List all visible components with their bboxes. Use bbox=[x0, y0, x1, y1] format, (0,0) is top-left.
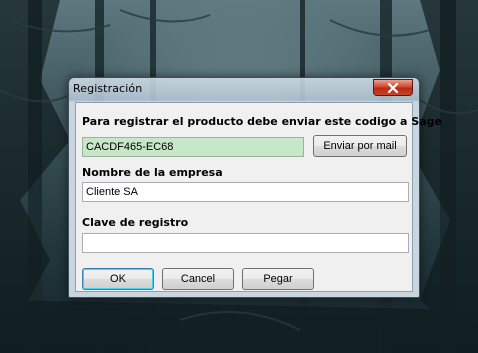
registration-dialog: Registración Para registrar el producto … bbox=[68, 77, 442, 298]
company-name-label: Nombre de la empresa bbox=[82, 166, 223, 179]
paste-button[interactable]: Pegar bbox=[242, 268, 314, 290]
product-code-field[interactable] bbox=[82, 137, 304, 157]
registration-key-field[interactable] bbox=[82, 233, 409, 253]
close-button[interactable] bbox=[373, 79, 413, 96]
intro-text: Para registrar el producto debe enviar e… bbox=[82, 115, 442, 128]
title-bar[interactable]: Registración bbox=[69, 78, 419, 100]
company-name-field[interactable] bbox=[82, 182, 409, 202]
ok-button[interactable]: OK bbox=[82, 268, 154, 290]
close-icon bbox=[387, 82, 399, 93]
cancel-button[interactable]: Cancel bbox=[162, 268, 234, 290]
registration-key-label: Clave de registro bbox=[82, 216, 189, 229]
dialog-title: Registración bbox=[73, 82, 143, 95]
dialog-body: Para registrar el producto debe enviar e… bbox=[75, 102, 442, 292]
send-mail-button[interactable]: Enviar por mail bbox=[313, 135, 407, 157]
